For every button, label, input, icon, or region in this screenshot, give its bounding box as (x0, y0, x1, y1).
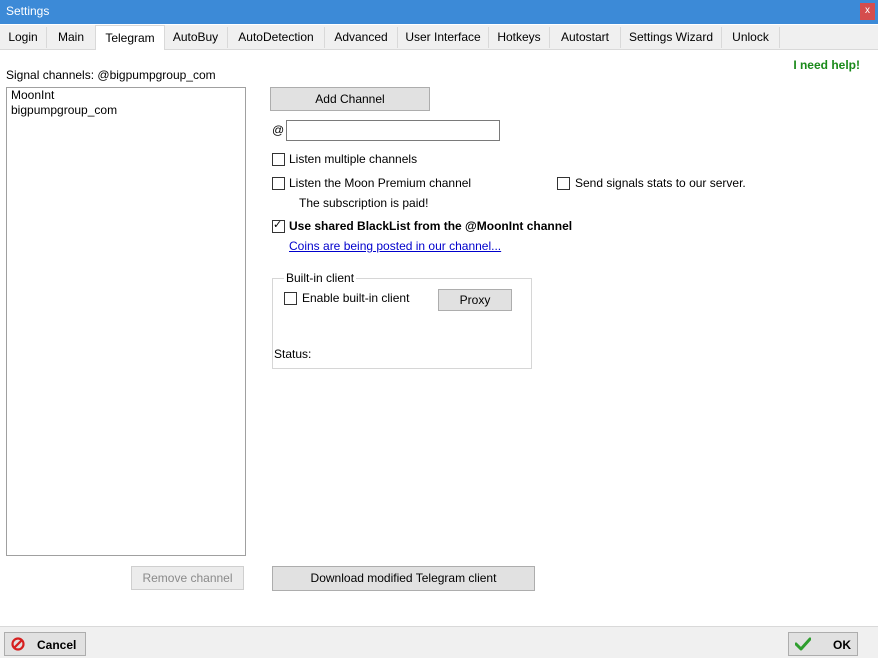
window-title: Settings (6, 4, 50, 18)
list-item[interactable]: bigpumpgroup_com (7, 103, 245, 118)
listen-multiple-label: Listen multiple channels (289, 152, 418, 166)
add-channel-button[interactable]: Add Channel (270, 87, 430, 111)
signal-channels-label: Signal channels: @bigpumpgroup_com (6, 68, 216, 82)
coins-channel-link[interactable]: Coins are being posted in our channel... (289, 239, 501, 253)
listen-premium-checkbox[interactable] (272, 177, 285, 190)
cancel-label: Cancel (37, 638, 77, 652)
enable-builtin-client-label: Enable built-in client (302, 291, 410, 305)
tab-autodetection[interactable]: AutoDetection (228, 27, 325, 48)
ok-button[interactable]: OK (788, 632, 858, 656)
title-bar: Settings x (0, 0, 878, 24)
download-telegram-client-button[interactable]: Download modified Telegram client (272, 566, 535, 591)
ok-label: OK (833, 638, 851, 652)
tab-advanced[interactable]: Advanced (325, 27, 398, 48)
send-stats-label: Send signals stats to our server. (575, 176, 746, 190)
tab-strip: Login Main Telegram AutoBuy AutoDetectio… (0, 25, 878, 51)
remove-channel-button[interactable]: Remove channel (131, 566, 244, 590)
signal-channels-caption: Signal channels: (6, 68, 95, 82)
cancel-button[interactable]: Cancel (4, 632, 86, 656)
tab-settings-wizard[interactable]: Settings Wizard (621, 27, 722, 48)
footer-bar: Cancel OK (0, 626, 878, 658)
at-sign-label: @ (272, 123, 285, 137)
shared-blacklist-label: Use shared BlackList from the @MoonInt c… (289, 219, 573, 233)
tab-user-interface[interactable]: User Interface (398, 27, 489, 48)
tab-main[interactable]: Main (47, 27, 96, 48)
status-label: Status: (274, 347, 312, 361)
enable-builtin-client-checkbox[interactable] (284, 292, 297, 305)
tab-login[interactable]: Login (0, 27, 47, 48)
channel-input[interactable] (286, 120, 500, 141)
telegram-panel: I need help! Signal channels: @bigpumpgr… (0, 50, 878, 626)
subscription-status: The subscription is paid! (299, 196, 429, 210)
close-icon[interactable]: x (860, 3, 875, 20)
signal-channels-value: @bigpumpgroup_com (97, 68, 216, 82)
listen-premium-label: Listen the Moon Premium channel (289, 176, 472, 190)
builtin-client-title: Built-in client (284, 271, 357, 285)
tab-unlock[interactable]: Unlock (722, 27, 780, 48)
tab-autobuy[interactable]: AutoBuy (164, 27, 228, 48)
cancel-icon (11, 637, 25, 651)
proxy-button[interactable]: Proxy (438, 289, 512, 311)
tab-telegram[interactable]: Telegram (95, 25, 165, 51)
shared-blacklist-checkbox[interactable] (272, 218, 285, 233)
help-link[interactable]: I need help! (793, 58, 860, 72)
channels-list[interactable]: MoonInt bigpumpgroup_com (6, 87, 246, 556)
tab-autostart[interactable]: Autostart (550, 27, 621, 48)
listen-multiple-checkbox[interactable] (272, 153, 285, 166)
list-item[interactable]: MoonInt (7, 88, 245, 103)
send-stats-checkbox[interactable] (557, 177, 570, 190)
check-icon (795, 637, 811, 651)
tab-hotkeys[interactable]: Hotkeys (489, 27, 550, 48)
